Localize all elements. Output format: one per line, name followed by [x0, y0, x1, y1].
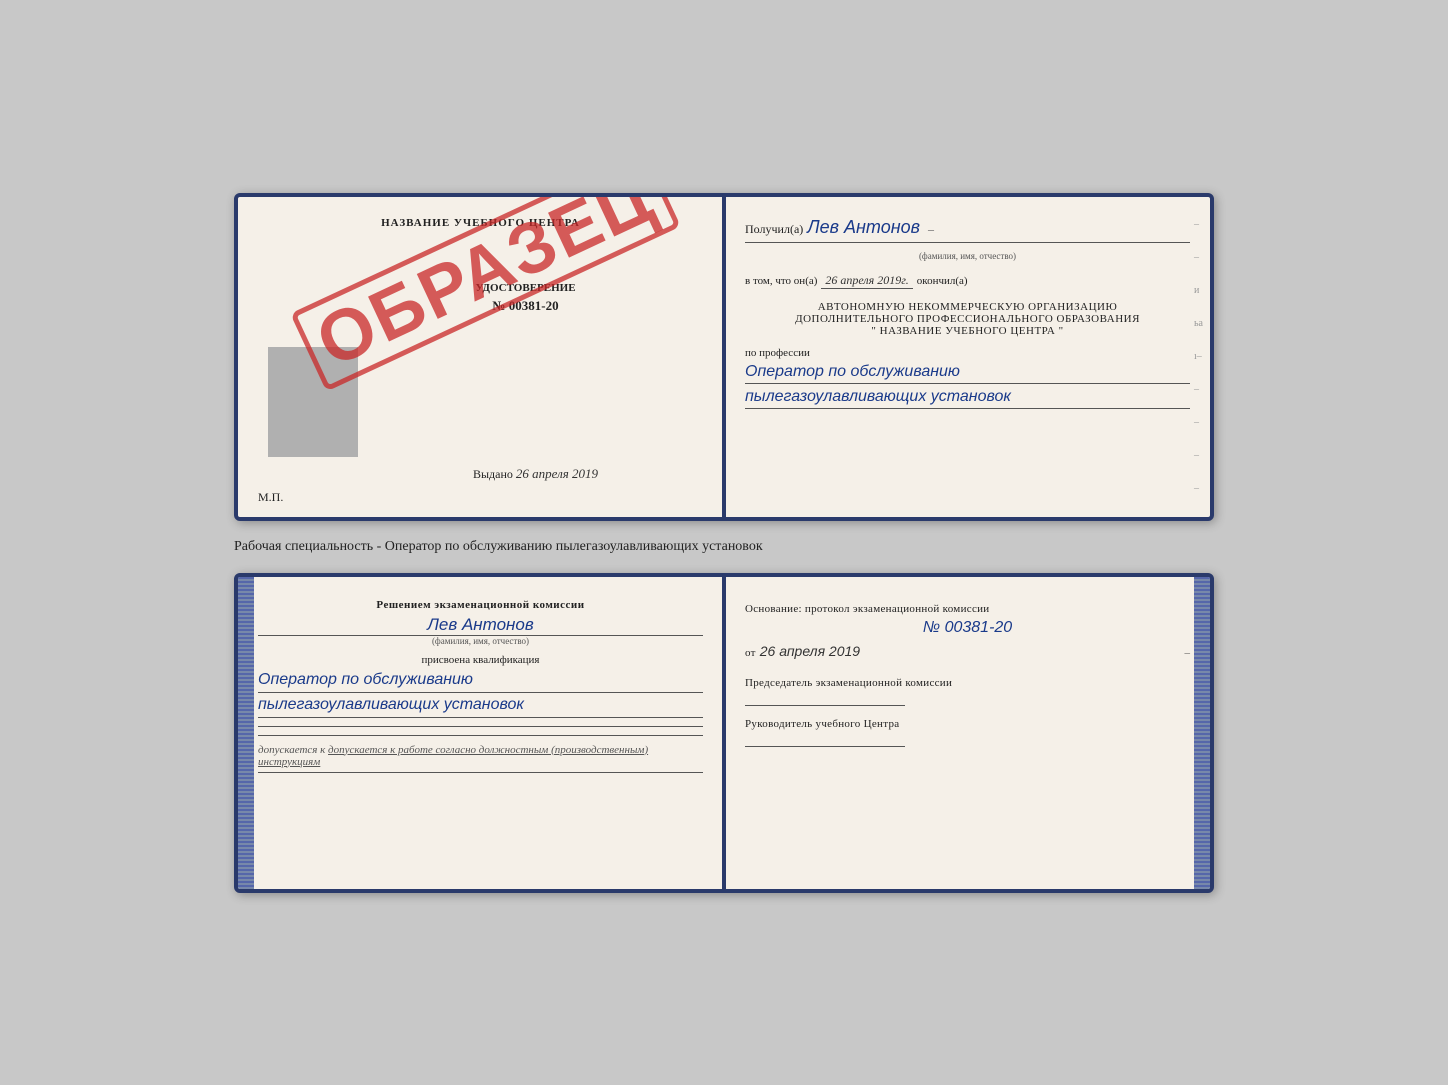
- issued-label: Выдано: [473, 467, 513, 481]
- profession-label: по профессии: [745, 347, 1190, 359]
- bottom-name-sublabel: (фамилия, имя, отчество): [258, 636, 703, 646]
- admit-text-prefix: допускается к: [258, 744, 328, 756]
- finished-label: окончил(а): [917, 275, 968, 287]
- in-that-label: в том, что он(а): [745, 275, 817, 287]
- left-texture: [234, 197, 238, 517]
- school-director-label: Руководитель учебного Центра: [745, 718, 1190, 730]
- bottom-divider-1: [258, 726, 703, 727]
- completion-row: в том, что он(а) 26 апреля 2019г. окончи…: [745, 269, 1190, 293]
- qual-line2: пылегазоулавливающих установок: [258, 693, 703, 718]
- issued-date: 26 апреля 2019: [516, 466, 598, 481]
- qual-line1: Оператор по обслуживанию: [258, 668, 703, 693]
- admit-text: допускается к допускается к работе согла…: [258, 744, 703, 768]
- org-line2: ДОПОЛНИТЕЛЬНОГО ПРОФЕССИОНАЛЬНОГО ОБРАЗО…: [745, 313, 1190, 325]
- bottom-document-card: Решением экзаменационной комиссии Лев Ан…: [234, 573, 1214, 893]
- work-specialty: Рабочая специальность - Оператор по обсл…: [234, 539, 1214, 555]
- protocol-number: № 00381-20: [745, 619, 1190, 637]
- received-row: Получил(а) Лев Антонов –: [745, 217, 1190, 238]
- bottom-left-panel: Решением экзаменационной комиссии Лев Ан…: [238, 577, 725, 889]
- recipient-name: Лев Антонов: [807, 217, 920, 238]
- bottom-person-name: Лев Антонов: [258, 615, 703, 636]
- protocol-date: 26 апреля 2019: [760, 643, 860, 659]
- profession-line1: Оператор по обслуживанию: [745, 361, 1190, 384]
- page-wrapper: НАЗВАНИЕ УЧЕБНОГО ЦЕНТРА ОБРАЗЕЦ УДОСТОВ…: [20, 193, 1428, 893]
- profession-line2: пылегазоулавливающих установок: [745, 386, 1190, 409]
- name-sublabel: (фамилия, имя, отчество): [745, 251, 1190, 261]
- right-side-dashes: ––иьаı– ––––: [1194, 197, 1206, 517]
- basis-label: Основание: протокол экзаменационной коми…: [745, 603, 1190, 615]
- top-document-card: НАЗВАНИЕ УЧЕБНОГО ЦЕНТРА ОБРАЗЕЦ УДОСТОВ…: [234, 193, 1214, 521]
- protocol-date-row: от 26 апреля 2019 –: [745, 641, 1190, 663]
- photo-placeholder: [268, 347, 358, 457]
- bottom-divider-2: [258, 735, 703, 736]
- completion-date: 26 апреля 2019г.: [821, 273, 912, 289]
- director-sign-line: [745, 746, 905, 747]
- commission-heading: Решением экзаменационной комиссии: [258, 599, 703, 611]
- org-line3: " НАЗВАНИЕ УЧЕБНОГО ЦЕНТРА ": [745, 325, 1190, 337]
- cert-number: № 00381-20: [348, 298, 703, 314]
- bottom-divider-3: [258, 772, 703, 773]
- cert-issued: Выдано 26 апреля 2019: [358, 466, 713, 482]
- cert-mp: М.П.: [258, 490, 283, 505]
- top-right-panel: Получил(а) Лев Антонов – (фамилия, имя, …: [725, 197, 1210, 517]
- commission-chair-label: Председатель экзаменационной комиссии: [745, 677, 1190, 689]
- protocol-date-prefix: от: [745, 647, 756, 659]
- commission-chair-section: Председатель экзаменационной комиссии: [745, 677, 1190, 706]
- udost-label: УДОСТОВЕРЕНИЕ: [348, 282, 703, 294]
- bottom-right-panel: Основание: протокол экзаменационной коми…: [725, 577, 1210, 889]
- name-underline: [745, 242, 1190, 243]
- right-side-bar: [1194, 577, 1210, 889]
- cert-header: НАЗВАНИЕ УЧЕБНОГО ЦЕНТРА: [258, 217, 703, 229]
- org-line1: АВТОНОМНУЮ НЕКОММЕРЧЕСКУЮ ОРГАНИЗАЦИЮ: [745, 301, 1190, 313]
- top-left-panel: НАЗВАНИЕ УЧЕБНОГО ЦЕНТРА ОБРАЗЕЦ УДОСТОВ…: [238, 197, 725, 517]
- qualification-label: присвоена квалификация: [258, 654, 703, 666]
- left-side-bar: [238, 577, 254, 889]
- school-director-section: Руководитель учебного Центра: [745, 718, 1190, 747]
- received-label: Получил(а): [745, 222, 803, 237]
- commission-sign-line: [745, 705, 905, 706]
